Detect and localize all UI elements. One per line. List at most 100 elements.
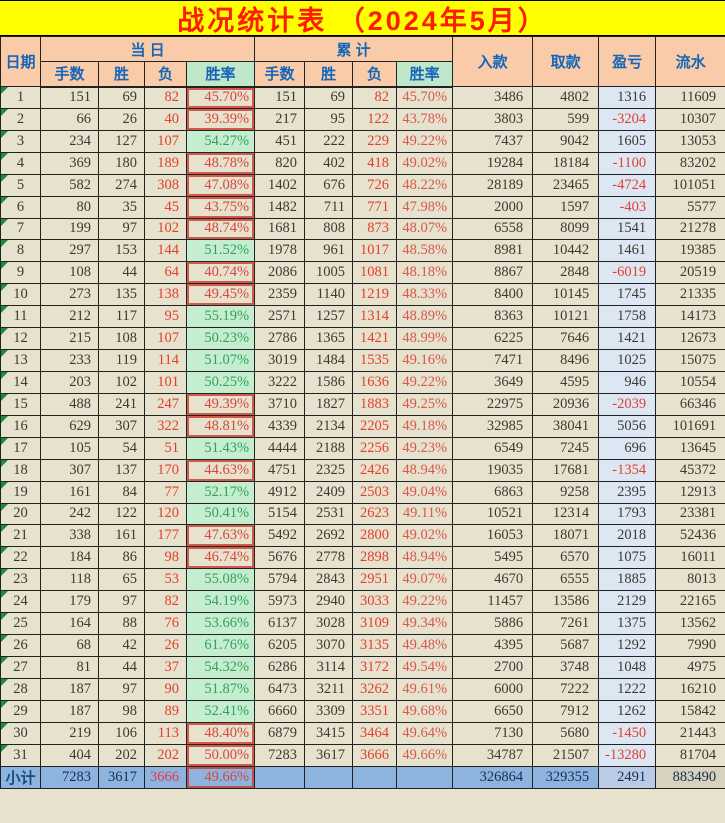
cell-flow[interactable]: 20519 bbox=[656, 262, 725, 284]
cell-withdraw[interactable]: 7646 bbox=[533, 328, 599, 350]
cell-deposit[interactable]: 28189 bbox=[453, 174, 533, 196]
cell-today-losses[interactable]: 177 bbox=[145, 525, 187, 547]
cell-today-winrate[interactable]: 51.87% bbox=[187, 678, 255, 700]
cell-today-wins[interactable]: 117 bbox=[99, 306, 145, 328]
cell-cum-winrate[interactable]: 49.22% bbox=[397, 591, 453, 613]
cell-deposit[interactable]: 6225 bbox=[453, 328, 533, 350]
cell-day[interactable]: 28 bbox=[1, 678, 41, 700]
header-cum-losses[interactable]: 负 bbox=[353, 62, 397, 87]
cell-cum-winrate[interactable]: 49.04% bbox=[397, 481, 453, 503]
cell-cum-losses[interactable]: 771 bbox=[353, 196, 397, 218]
cell-flow[interactable]: 13562 bbox=[656, 613, 725, 635]
cell-day[interactable]: 18 bbox=[1, 459, 41, 481]
cell-today-hands[interactable]: 108 bbox=[41, 262, 99, 284]
cell-today-hands[interactable]: 629 bbox=[41, 415, 99, 437]
cell-today-hands[interactable]: 161 bbox=[41, 481, 99, 503]
cell-day[interactable]: 24 bbox=[1, 591, 41, 613]
cell-today-losses[interactable]: 89 bbox=[145, 700, 187, 722]
cell-today-winrate[interactable]: 53.66% bbox=[187, 613, 255, 635]
cell-cum-winrate[interactable]: 49.07% bbox=[397, 569, 453, 591]
cell-withdraw[interactable]: 17681 bbox=[533, 459, 599, 481]
cell-today-hands[interactable]: 199 bbox=[41, 218, 99, 240]
cell-cum-wins[interactable]: 2692 bbox=[305, 525, 353, 547]
cell-today-hands[interactable]: 187 bbox=[41, 700, 99, 722]
cell-today-winrate[interactable]: 51.07% bbox=[187, 350, 255, 372]
cell-day[interactable]: 2 bbox=[1, 108, 41, 130]
cell-today-wins[interactable]: 86 bbox=[99, 547, 145, 569]
cell-cum-wins[interactable]: 3309 bbox=[305, 700, 353, 722]
cell-cum-wins[interactable]: 3028 bbox=[305, 613, 353, 635]
cell-pnl[interactable]: -403 bbox=[599, 196, 656, 218]
cell-cum-wins[interactable]: 2325 bbox=[305, 459, 353, 481]
cell-today-wins[interactable]: 106 bbox=[99, 722, 145, 744]
cell-today-wins[interactable]: 274 bbox=[99, 174, 145, 196]
cell-cum-losses[interactable]: 3033 bbox=[353, 591, 397, 613]
cell-cum-losses[interactable]: 2800 bbox=[353, 525, 397, 547]
cell-withdraw[interactable]: 18184 bbox=[533, 152, 599, 174]
cell-today-losses[interactable]: 120 bbox=[145, 503, 187, 525]
cell-cum-wins[interactable]: 3415 bbox=[305, 722, 353, 744]
cell-today-winrate[interactable]: 50.00% bbox=[187, 744, 255, 766]
cell-withdraw[interactable]: 6555 bbox=[533, 569, 599, 591]
cell-today-wins[interactable]: 88 bbox=[99, 613, 145, 635]
cell-cum-losses[interactable]: 2256 bbox=[353, 437, 397, 459]
cell-withdraw[interactable]: 8099 bbox=[533, 218, 599, 240]
cell-pnl[interactable]: 5056 bbox=[599, 415, 656, 437]
cell-pnl[interactable]: 2018 bbox=[599, 525, 656, 547]
cell-cum-winrate[interactable]: 49.48% bbox=[397, 635, 453, 657]
cell-pnl[interactable]: -4724 bbox=[599, 174, 656, 196]
cell-pnl[interactable]: 1375 bbox=[599, 613, 656, 635]
cell-day[interactable]: 9 bbox=[1, 262, 41, 284]
cell-today-winrate[interactable]: 43.75% bbox=[187, 196, 255, 218]
cell-cum-wins[interactable]: 222 bbox=[305, 130, 353, 152]
cell-today-wins[interactable]: 26 bbox=[99, 108, 145, 130]
cell-today-losses[interactable]: 247 bbox=[145, 393, 187, 415]
cell-cum-losses[interactable]: 1421 bbox=[353, 328, 397, 350]
cell-today-wins[interactable]: 137 bbox=[99, 459, 145, 481]
cell-flow[interactable]: 10307 bbox=[656, 108, 725, 130]
cell-cum-losses[interactable]: 2898 bbox=[353, 547, 397, 569]
cell-deposit[interactable]: 6000 bbox=[453, 678, 533, 700]
cell-cum-hands[interactable]: 4912 bbox=[255, 481, 305, 503]
cell-cum-losses[interactable]: 2426 bbox=[353, 459, 397, 481]
header-today-group[interactable]: 当 日 bbox=[41, 37, 255, 62]
header-date[interactable]: 日期 bbox=[1, 37, 41, 87]
cell-cum-hands[interactable]: 5154 bbox=[255, 503, 305, 525]
cell-cum-losses[interactable]: 2503 bbox=[353, 481, 397, 503]
cell-today-hands[interactable]: 184 bbox=[41, 547, 99, 569]
cell-cum-losses[interactable]: 3109 bbox=[353, 613, 397, 635]
cell-today-hands[interactable]: 242 bbox=[41, 503, 99, 525]
cell-today-losses[interactable]: 40 bbox=[145, 108, 187, 130]
cell-flow[interactable]: 5577 bbox=[656, 196, 725, 218]
cell-withdraw[interactable]: 4595 bbox=[533, 371, 599, 393]
cell-today-winrate[interactable]: 39.39% bbox=[187, 108, 255, 130]
cell-flow[interactable]: 7990 bbox=[656, 635, 725, 657]
cell-today-winrate[interactable]: 61.76% bbox=[187, 635, 255, 657]
cell-cum-wins[interactable]: 1484 bbox=[305, 350, 353, 372]
cell-today-wins[interactable]: 307 bbox=[99, 415, 145, 437]
cell-cum-losses[interactable]: 2951 bbox=[353, 569, 397, 591]
cell-today-wins[interactable]: 54 bbox=[99, 437, 145, 459]
cell-pnl[interactable]: 1048 bbox=[599, 656, 656, 678]
cell-cum-losses[interactable]: 3666 bbox=[353, 744, 397, 766]
cell-today-hands[interactable]: 273 bbox=[41, 284, 99, 306]
cell-pnl[interactable]: 1262 bbox=[599, 700, 656, 722]
cell-cum-hands[interactable]: 2786 bbox=[255, 328, 305, 350]
cell-cum-winrate[interactable]: 48.33% bbox=[397, 284, 453, 306]
header-cum-hands[interactable]: 手数 bbox=[255, 62, 305, 87]
cell-pnl[interactable]: 2395 bbox=[599, 481, 656, 503]
cell-flow[interactable]: 19385 bbox=[656, 240, 725, 262]
cell-today-hands[interactable]: 234 bbox=[41, 130, 99, 152]
cell-deposit[interactable]: 7130 bbox=[453, 722, 533, 744]
cell-cum-losses[interactable]: 726 bbox=[353, 174, 397, 196]
cell-day[interactable]: 19 bbox=[1, 481, 41, 503]
cell-pnl[interactable]: 1316 bbox=[599, 87, 656, 109]
cell-cum-winrate[interactable]: 49.22% bbox=[397, 371, 453, 393]
cell-day[interactable]: 22 bbox=[1, 547, 41, 569]
header-cum-winrate[interactable]: 胜率 bbox=[397, 62, 453, 87]
cell-today-hands[interactable]: 582 bbox=[41, 174, 99, 196]
cell-today-winrate[interactable]: 47.08% bbox=[187, 174, 255, 196]
cell-withdraw[interactable]: 5687 bbox=[533, 635, 599, 657]
cell-flow[interactable]: 16011 bbox=[656, 547, 725, 569]
cell-pnl[interactable]: -1100 bbox=[599, 152, 656, 174]
